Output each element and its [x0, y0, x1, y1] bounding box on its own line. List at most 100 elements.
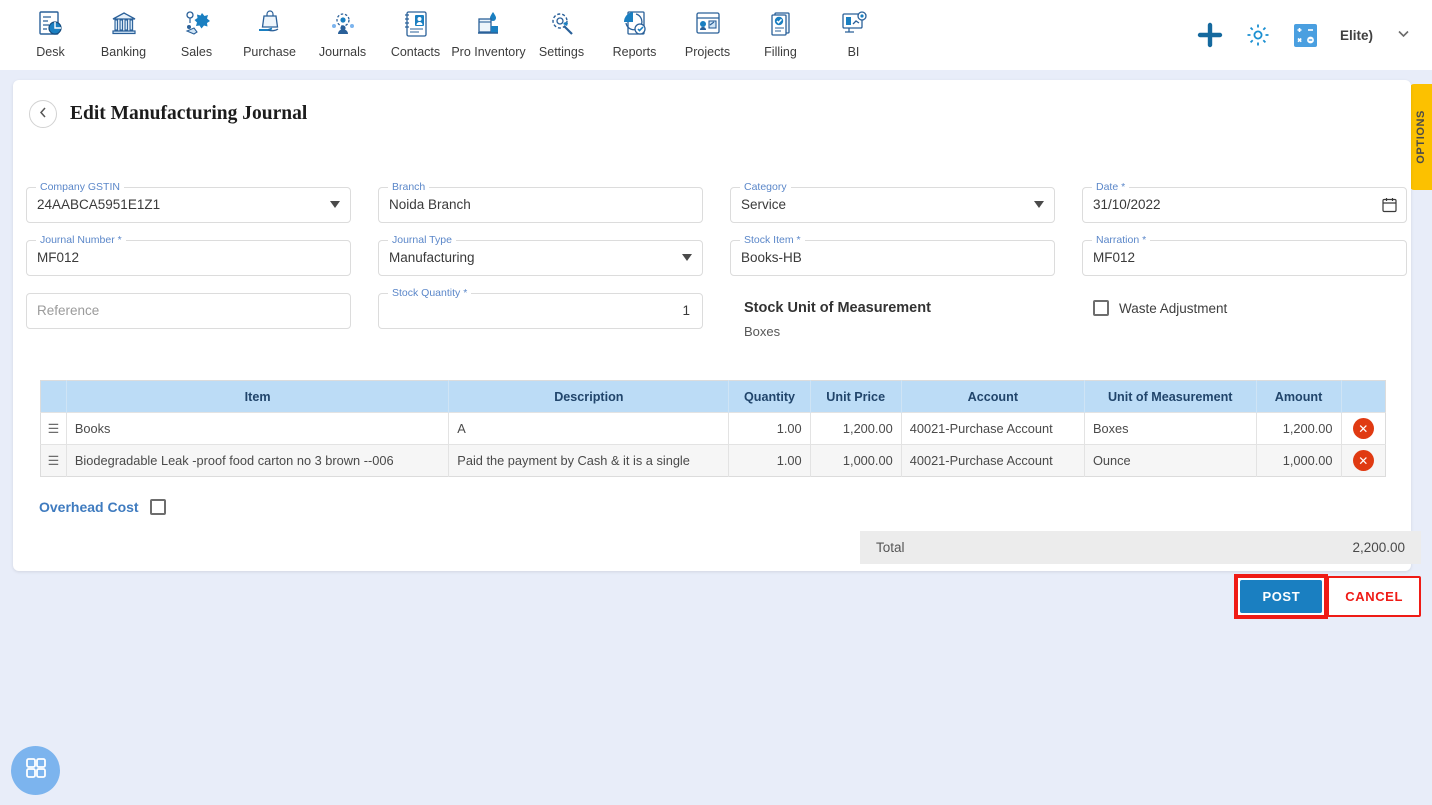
drag-handle-icon[interactable]: ☰: [48, 421, 60, 436]
narration-field[interactable]: Narration * MF012: [1082, 234, 1407, 276]
reference-placeholder: Reference: [37, 303, 100, 318]
narration-label: Narration *: [1092, 234, 1151, 246]
chevron-down-icon[interactable]: [1395, 25, 1412, 46]
col-unit-price: Unit Price: [810, 380, 902, 413]
nav-item-bi[interactable]: BI: [817, 0, 890, 59]
cell-amount: 1,000.00: [1256, 444, 1342, 477]
nav-label: Contacts: [390, 45, 441, 59]
settings-gear-wrench-icon: [547, 6, 577, 42]
stock-item-field[interactable]: Stock Item * Books-HB: [730, 234, 1055, 276]
plus-icon[interactable]: [1197, 22, 1223, 48]
chevron-down-icon[interactable]: [1034, 201, 1044, 208]
post-button[interactable]: POST: [1240, 579, 1323, 613]
cell-description: A: [448, 412, 730, 445]
row-drag-cell[interactable]: ☰: [40, 444, 67, 477]
stock-uom-block: Stock Unit of Measurement Boxes: [744, 300, 931, 339]
journal-number-field[interactable]: Journal Number * MF012: [26, 234, 351, 276]
total-bar: Total 2,200.00: [860, 531, 1421, 564]
col-description: Description: [448, 380, 730, 413]
cancel-button[interactable]: CANCEL: [1327, 575, 1421, 617]
table-row[interactable]: ☰ Biodegradable Leak -proof food carton …: [40, 444, 1386, 477]
nav-item-contacts[interactable]: Contacts: [379, 0, 452, 59]
cell-account: 40021-Purchase Account: [901, 444, 1085, 477]
nav-label: Projects: [684, 45, 731, 59]
nav-item-desk[interactable]: Desk: [14, 0, 87, 59]
cell-description: Paid the payment by Cash & it is a singl…: [448, 444, 730, 477]
table-row[interactable]: ☰ Books A 1.00 1,200.00 40021-Purchase A…: [40, 412, 1386, 445]
cell-uom: Ounce: [1084, 444, 1257, 477]
category-value: Service: [741, 197, 787, 212]
nav-item-filling[interactable]: Filling: [744, 0, 817, 59]
nav-item-sales[interactable]: Sales: [160, 0, 233, 59]
chevron-down-icon[interactable]: [682, 254, 692, 261]
card-header: Edit Manufacturing Journal: [13, 80, 1411, 128]
delete-circle-icon[interactable]: ✕: [1352, 418, 1374, 439]
calendar-icon[interactable]: [1382, 197, 1397, 218]
overhead-cost-checkbox[interactable]: [149, 499, 166, 515]
cell-delete[interactable]: ✕: [1341, 412, 1386, 445]
contacts-card-icon: [401, 6, 431, 42]
inventory-box-icon: [474, 6, 504, 42]
nav-item-purchase[interactable]: Purchase: [233, 0, 306, 59]
nav-item-projects[interactable]: Projects: [671, 0, 744, 59]
nav-item-journals[interactable]: Journals: [306, 0, 379, 59]
cell-delete[interactable]: ✕: [1341, 444, 1386, 477]
category-field[interactable]: Category Service: [730, 181, 1055, 223]
branch-label: Branch: [388, 181, 430, 193]
drag-handle-icon[interactable]: ☰: [48, 453, 60, 468]
nav-item-reports[interactable]: Reports: [598, 0, 671, 59]
nav-item-settings[interactable]: Settings: [525, 0, 598, 59]
back-button[interactable]: [29, 100, 57, 128]
stock-item-value: Books-HB: [741, 250, 802, 265]
row-drag-cell[interactable]: ☰: [40, 412, 67, 445]
cell-quantity: 1.00: [728, 412, 811, 445]
reference-field[interactable]: Reference: [26, 293, 351, 329]
company-gstin-value: 24AABCA5951E1Z1: [37, 197, 161, 212]
calculator-icon[interactable]: [1293, 23, 1318, 48]
post-button-highlight: POST: [1234, 573, 1329, 619]
delete-circle-icon[interactable]: ✕: [1352, 450, 1374, 471]
projects-board-icon: [693, 6, 723, 42]
nav-label: BI: [847, 45, 860, 59]
nav-item-pro-inventory[interactable]: Pro Inventory: [451, 0, 526, 59]
stock-uom-value: Boxes: [744, 324, 781, 339]
journal-type-field[interactable]: Journal Type Manufacturing: [378, 234, 703, 276]
options-tab-label: OPTIONS: [1415, 110, 1427, 164]
cell-item: Biodegradable Leak -proof food carton no…: [66, 444, 450, 477]
bi-monitor-icon: [839, 6, 869, 42]
nav-label: Desk: [36, 45, 65, 59]
stock-quantity-field[interactable]: Stock Quantity * 1: [378, 287, 703, 329]
bank-building-icon: [109, 6, 139, 42]
nav-label: Settings: [538, 45, 585, 59]
waste-adjustment-label: Waste Adjustment: [1119, 300, 1228, 316]
waste-adjustment-checkbox[interactable]: [1093, 300, 1109, 316]
gear-icon[interactable]: [1245, 22, 1271, 48]
table-header-row: Item Description Quantity Unit Price Acc…: [40, 380, 1386, 413]
nav-label: Purchase: [243, 45, 296, 59]
narration-value: MF012: [1093, 250, 1136, 265]
options-side-tab[interactable]: OPTIONS: [1410, 84, 1432, 190]
action-buttons-row: POST CANCEL: [1113, 573, 1421, 619]
stock-quantity-value: 1: [682, 303, 690, 318]
branch-field[interactable]: Branch Noida Branch: [378, 181, 703, 223]
nav-label: Pro Inventory: [451, 45, 526, 59]
cell-item: Books: [66, 412, 450, 445]
journal-type-label: Journal Type: [388, 234, 456, 246]
date-field[interactable]: Date * 31/10/2022: [1082, 181, 1407, 223]
overhead-cost-row: Overhead Cost: [39, 499, 166, 515]
apps-grid-button[interactable]: [11, 746, 60, 795]
cell-unit-price: 1,000.00: [810, 444, 902, 477]
cell-amount: 1,200.00: [1256, 412, 1342, 445]
nav-label: Sales: [180, 45, 213, 59]
col-handle: [40, 380, 67, 413]
nav-label: Filling: [764, 45, 797, 59]
stock-item-label: Stock Item *: [740, 234, 805, 246]
chevron-down-icon[interactable]: [330, 201, 340, 208]
col-item: Item: [66, 380, 450, 413]
waste-adjustment-block: Waste Adjustment: [1093, 300, 1227, 316]
company-gstin-field[interactable]: Company GSTIN 24AABCA5951E1Z1: [26, 181, 351, 223]
nav-item-banking[interactable]: Banking: [87, 0, 160, 59]
stock-quantity-label: Stock Quantity *: [388, 287, 472, 299]
desk-dashboard-icon: [36, 6, 66, 42]
journal-type-value: Manufacturing: [389, 250, 475, 265]
